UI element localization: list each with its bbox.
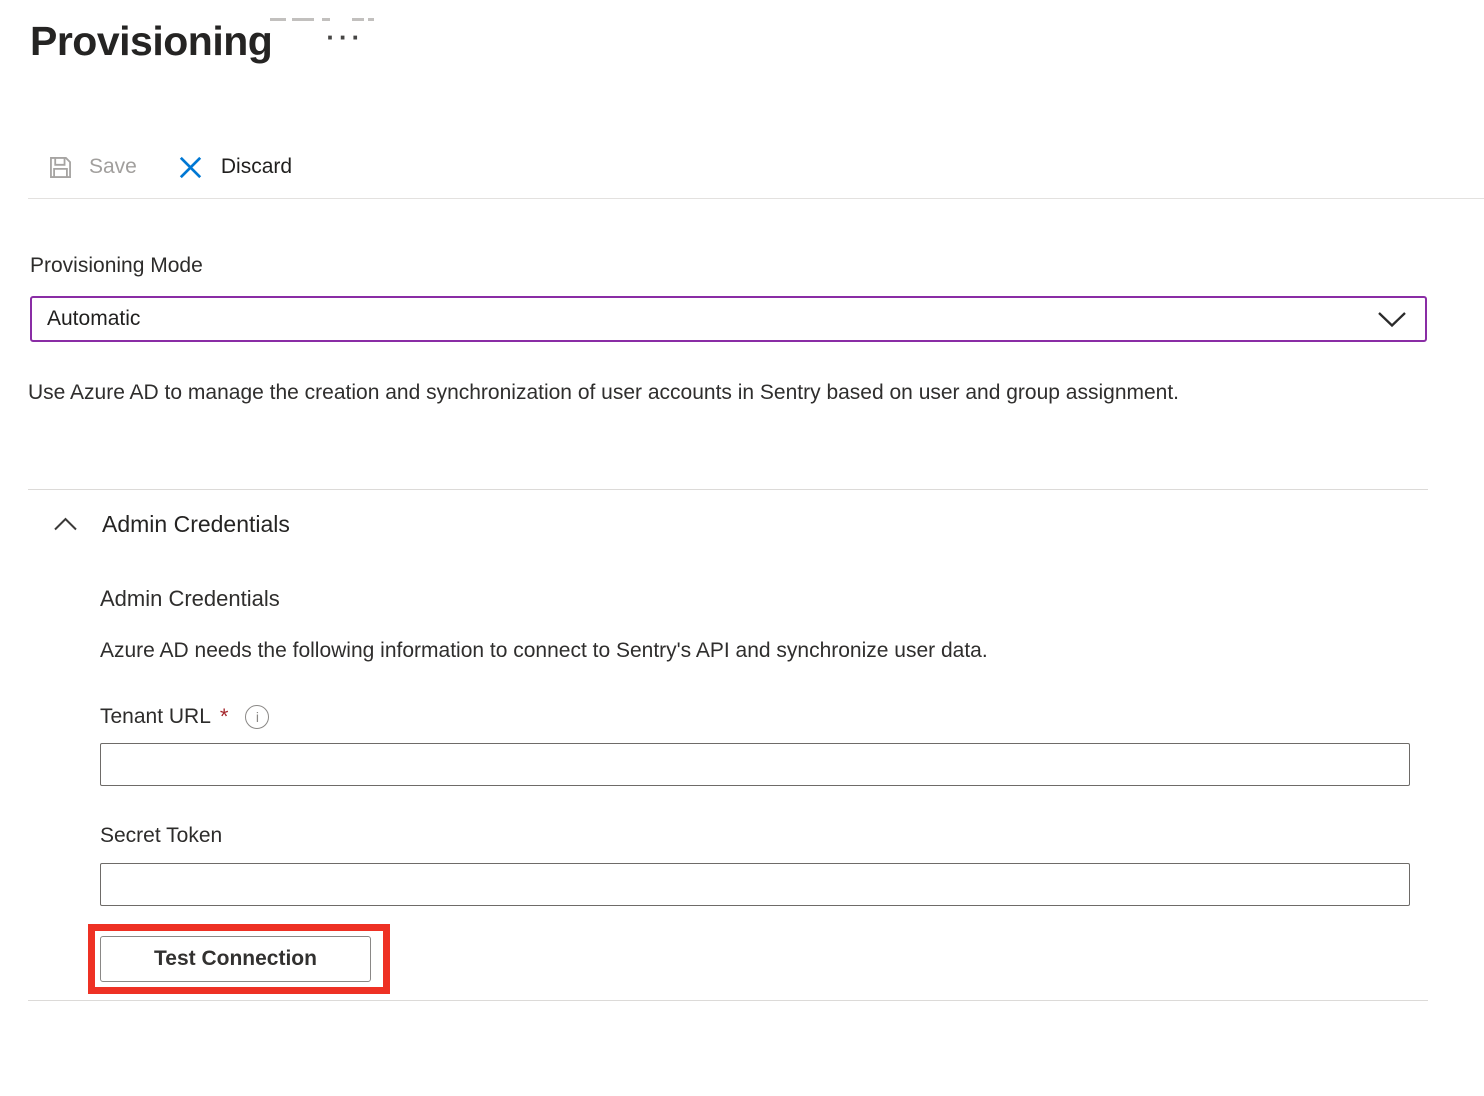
cropped-breadcrumb-remnant [322, 18, 330, 21]
provisioning-mode-label: Provisioning Mode [30, 253, 1484, 278]
discard-button-label: Discard [221, 155, 292, 179]
provisioning-mode-selected-value: Automatic [47, 307, 140, 331]
tenant-url-label: Tenant URL [100, 705, 211, 729]
provisioning-mode-description: Use Azure AD to manage the creation and … [28, 372, 1198, 414]
toolbar-divider [28, 198, 1484, 199]
admin-credentials-section-title: Admin Credentials [102, 511, 290, 538]
admin-credentials-description: Azure AD needs the following information… [100, 638, 1484, 664]
bottom-divider [28, 1000, 1428, 1001]
secret-token-label: Secret Token [100, 824, 1484, 850]
x-icon [175, 152, 206, 183]
cropped-breadcrumb-remnant [352, 18, 364, 21]
section-divider [28, 489, 1428, 490]
page-title: Provisioning [30, 18, 272, 65]
test-connection-button[interactable]: Test Connection [100, 936, 371, 982]
red-annotation-highlight: Test Connection [88, 924, 390, 994]
info-icon-glyph: i [256, 710, 259, 724]
required-asterisk: * [220, 704, 229, 730]
chevron-up-icon [53, 517, 78, 532]
admin-credentials-section-body: Admin Credentials Azure AD needs the fol… [100, 586, 1484, 994]
save-button-label: Save [89, 155, 137, 179]
secret-token-input[interactable] [100, 863, 1410, 906]
tenant-url-input[interactable] [100, 743, 1410, 786]
cropped-breadcrumb-remnant [292, 18, 314, 21]
admin-credentials-section-toggle[interactable]: Admin Credentials [53, 510, 1484, 538]
more-options-button[interactable]: ··· [322, 20, 368, 54]
save-button[interactable]: Save [47, 154, 137, 181]
chevron-down-icon [1377, 311, 1407, 328]
command-bar: Save Discard [47, 149, 1484, 185]
page-header: Provisioning ··· [30, 18, 1484, 65]
admin-credentials-heading: Admin Credentials [100, 586, 1484, 612]
cropped-breadcrumb-remnant [368, 18, 374, 21]
floppy-disk-icon [47, 154, 74, 181]
info-icon[interactable]: i [245, 705, 269, 729]
discard-button[interactable]: Discard [175, 152, 292, 183]
provisioning-mode-dropdown[interactable]: Automatic [30, 296, 1427, 342]
tenant-url-label-row: Tenant URL * i [100, 704, 1484, 730]
cropped-breadcrumb-remnant [270, 18, 286, 21]
